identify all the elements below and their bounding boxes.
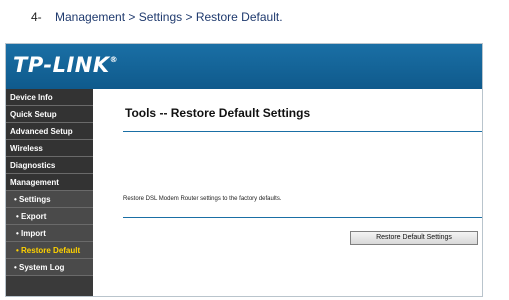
header-bar: TP-LINK®: [6, 44, 482, 89]
sidebar-item-wireless[interactable]: Wireless: [6, 140, 93, 157]
instruction-breadcrumb: 4- Management > Settings > Restore Defau…: [31, 10, 283, 24]
main-content: Tools -- Restore Default Settings Restor…: [94, 89, 482, 296]
step-number: 4-: [31, 10, 42, 24]
title-divider: [123, 131, 482, 132]
sidebar-item-settings[interactable]: • Settings: [6, 191, 93, 208]
page-title: Tools -- Restore Default Settings: [125, 106, 311, 120]
sidebar-item-diagnostics[interactable]: Diagnostics: [6, 157, 93, 174]
section-divider: [123, 217, 482, 218]
breadcrumb-restore-default: Restore Default: [195, 10, 280, 24]
sidebar-item-quick-setup[interactable]: Quick Setup: [6, 106, 93, 123]
sidebar-item-import[interactable]: • Import: [6, 225, 93, 242]
breadcrumb-management: Management: [55, 10, 126, 24]
breadcrumb-separator: >: [185, 10, 193, 24]
sidebar-item-export[interactable]: • Export: [6, 208, 93, 225]
sidebar-item-system-log[interactable]: • System Log: [6, 259, 93, 276]
sidebar-item-management[interactable]: Management: [6, 174, 93, 191]
tp-link-logo: TP-LINK®: [13, 53, 118, 77]
restore-default-settings-button[interactable]: Restore Default Settings: [350, 231, 478, 245]
sidebar-nav: Device Info Quick Setup Advanced Setup W…: [6, 89, 93, 296]
router-admin-screenshot: TP-LINK® Device Info Quick Setup Advance…: [5, 43, 483, 297]
breadcrumb-settings: Settings: [138, 10, 183, 24]
breadcrumb-separator: >: [128, 10, 136, 24]
registered-mark: ®: [109, 55, 119, 64]
breadcrumb-period: .: [279, 10, 283, 24]
logo-text: TP-LINK: [13, 53, 110, 77]
sidebar-item-device-info[interactable]: Device Info: [6, 89, 93, 106]
restore-description: Restore DSL Modem Router settings to the…: [123, 196, 282, 202]
sidebar-item-restore-default[interactable]: • Restore Default: [6, 242, 93, 259]
sidebar-item-advanced-setup[interactable]: Advanced Setup: [6, 123, 93, 140]
